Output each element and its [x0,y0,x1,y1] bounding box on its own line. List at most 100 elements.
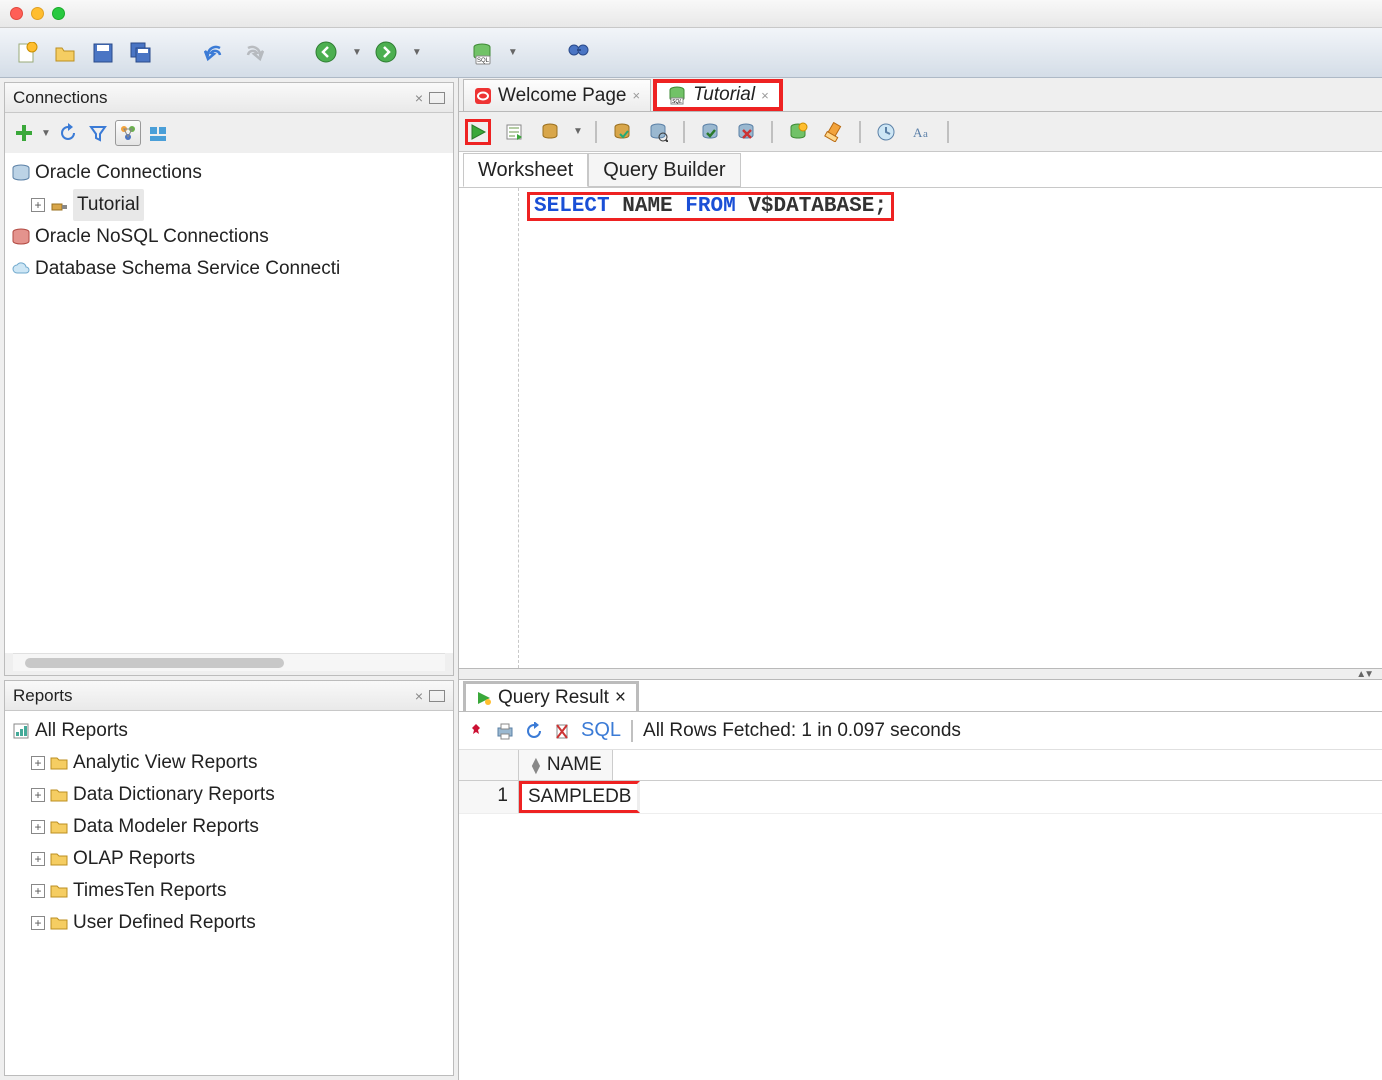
refresh-result-icon[interactable] [525,722,543,740]
tree-node-dictionary[interactable]: + Data Dictionary Reports [7,779,451,811]
new-file-button[interactable] [14,40,40,66]
nav-forward-button[interactable] [374,40,400,66]
folder-icon [49,817,69,837]
connections-tree[interactable]: Oracle Connections + Tutorial Oracle N [5,153,453,289]
cell-name: SAMPLEDB [519,781,640,813]
find-button[interactable] [566,40,592,66]
tree-node-analytic[interactable]: + Analytic View Reports [7,747,451,779]
sql-editor[interactable]: SELECT NAME FROM V$DATABASE; [459,188,1382,668]
run-statement-button[interactable] [465,119,491,145]
print-icon[interactable] [495,722,515,740]
tree-node-modeler[interactable]: + Data Modeler Reports [7,811,451,843]
connections-minimize-icon[interactable] [429,92,445,104]
tab-query-result[interactable]: Query Result × [463,681,639,711]
reports-close-icon[interactable]: × [409,688,429,704]
result-status: All Rows Fetched: 1 in 0.097 seconds [643,720,961,742]
result-grid[interactable]: ▲▼ NAME 1 SAMPLEDB [459,750,1382,814]
connections-close-icon[interactable]: × [409,90,429,106]
save-button[interactable] [90,40,116,66]
autotrace-button[interactable] [609,119,635,145]
run-script-button[interactable] [501,119,527,145]
cloud-icon [11,259,31,279]
tree-label: Oracle NoSQL Connections [35,221,269,253]
folder-icon [49,881,69,901]
new-connection-button[interactable] [11,120,37,146]
tree-node-tutorial[interactable]: + Tutorial [7,189,451,221]
editor-gutter [459,188,519,668]
expand-toggle-icon[interactable]: + [31,198,45,212]
to-upper-lower-button[interactable]: Aa [909,119,935,145]
connection-plug-icon [49,195,69,215]
folder-icon [49,849,69,869]
horizontal-splitter[interactable]: ▲▼ [459,668,1382,680]
color-button[interactable] [145,120,171,146]
minimize-window-button[interactable] [31,7,44,20]
tns-button[interactable] [115,120,141,146]
connections-toolbar: ▼ [5,113,453,153]
nav-back-button[interactable] [314,40,340,66]
connections-panel-title: Connections [13,88,108,108]
sql-worksheet-icon: SQL [667,85,687,105]
tree-node-all-reports[interactable]: All Reports [7,715,451,747]
report-icon [11,721,31,741]
close-window-button[interactable] [10,7,23,20]
tree-node-oracle-connections[interactable]: Oracle Connections [7,157,451,189]
open-file-button[interactable] [52,40,78,66]
tab-close-icon[interactable]: × [761,88,769,103]
filter-connections-button[interactable] [85,120,111,146]
undo-button[interactable] [202,40,228,66]
svg-text:a: a [923,128,928,140]
expand-toggle-icon[interactable]: + [31,916,45,930]
folder-icon [49,753,69,773]
expand-toggle-icon[interactable]: + [31,852,45,866]
clear-button[interactable] [821,119,847,145]
reports-minimize-icon[interactable] [429,690,445,702]
expand-toggle-icon[interactable]: + [31,820,45,834]
nosql-icon [11,227,31,247]
explain-plan-button[interactable] [537,119,563,145]
sort-icon[interactable]: ▲▼ [529,757,543,773]
tree-node-timesten[interactable]: + TimesTen Reports [7,875,451,907]
unshared-worksheet-button[interactable] [785,119,811,145]
subtab-worksheet[interactable]: Worksheet [463,153,588,187]
database-icon [11,163,31,183]
sql-link[interactable]: SQL [581,719,621,742]
commit-button[interactable] [697,119,723,145]
tab-close-icon[interactable]: × [633,88,641,103]
reports-tree[interactable]: All Reports + Analytic View Reports + Da… [5,711,453,943]
tree-label: Analytic View Reports [73,747,257,779]
expand-toggle-icon[interactable]: + [31,884,45,898]
zoom-window-button[interactable] [52,7,65,20]
tree-node-schema-service[interactable]: Database Schema Service Connecti [7,253,451,285]
svg-text:A: A [913,125,923,140]
save-all-button[interactable] [128,40,154,66]
col-header-name[interactable]: ▲▼ NAME [519,750,613,780]
tab-welcome[interactable]: Welcome Page × [463,79,651,111]
subtab-query-builder[interactable]: Query Builder [588,153,740,187]
delete-result-icon[interactable] [553,722,571,740]
rollback-button[interactable] [733,119,759,145]
redo-button[interactable] [240,40,266,66]
sql-tuning-button[interactable] [645,119,671,145]
tree-label: All Reports [35,715,128,747]
reports-panel-title: Reports [13,686,73,706]
row-number: 1 [459,781,519,813]
connections-hscrollbar[interactable] [13,653,445,671]
tab-tutorial[interactable]: SQL Tutorial × [653,79,783,111]
tree-node-olap[interactable]: + OLAP Reports [7,843,451,875]
refresh-connections-button[interactable] [55,120,81,146]
col-header-rownum[interactable] [459,750,519,780]
tree-node-nosql[interactable]: Oracle NoSQL Connections [7,221,451,253]
tree-label: Data Modeler Reports [73,811,259,843]
result-row[interactable]: 1 SAMPLEDB [459,781,1382,814]
sql-worksheet-button[interactable]: SQL [470,40,496,66]
pin-icon[interactable] [467,722,485,740]
expand-toggle-icon[interactable]: + [31,756,45,770]
sql-history-button[interactable] [873,119,899,145]
tree-node-userdef[interactable]: + User Defined Reports [7,907,451,939]
tab-label: Tutorial [693,84,755,106]
svg-text:SQL: SQL [477,58,490,64]
expand-toggle-icon[interactable]: + [31,788,45,802]
tab-close-icon[interactable]: × [615,687,626,709]
result-tabs: Query Result × [459,680,1382,712]
